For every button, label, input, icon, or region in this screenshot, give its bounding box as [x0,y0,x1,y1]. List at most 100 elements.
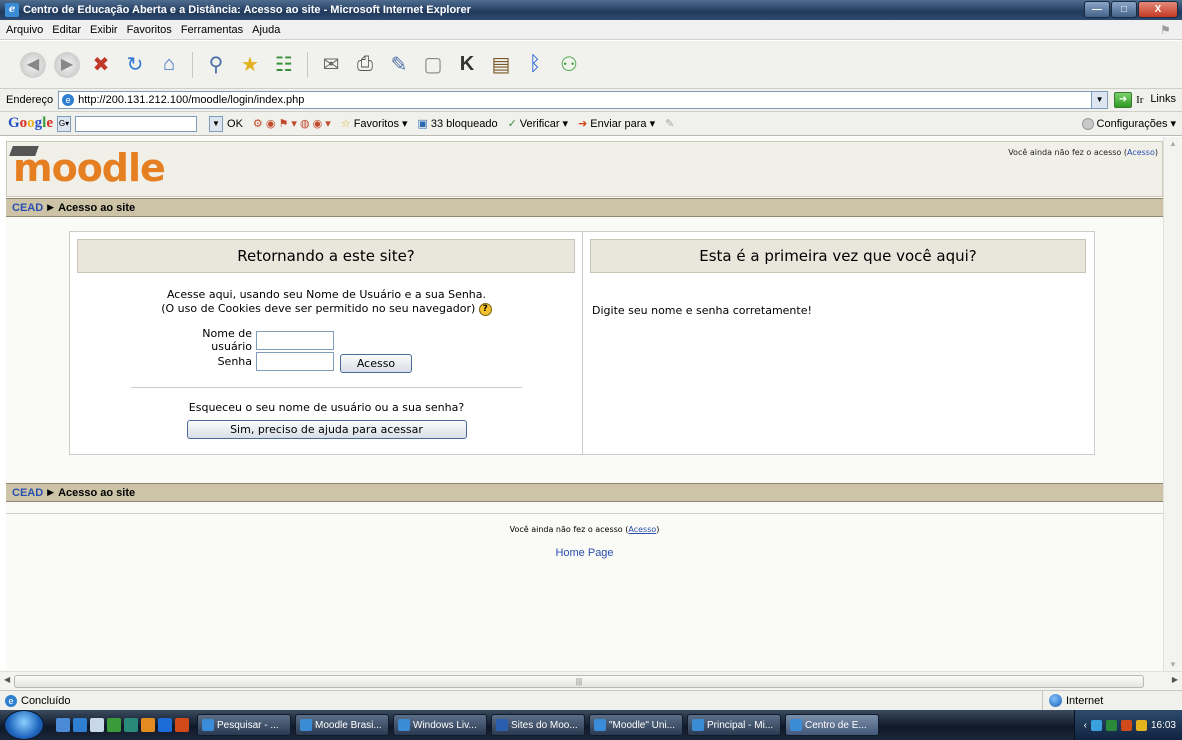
links-button[interactable]: Links [1150,93,1176,105]
footer-login-close: ) [656,525,660,534]
menu-editar[interactable]: Editar [52,24,81,36]
menu-favoritos[interactable]: Favoritos [127,24,172,36]
google-search-input[interactable] [75,115,198,132]
go-arrow-icon[interactable]: ➜ [1114,92,1133,108]
task-sites-do-moodle[interactable]: Sites do Moo... [491,714,585,736]
close-button[interactable]: X [1138,1,1178,18]
print-icon[interactable]: ⎙ [352,52,378,78]
login-column: Retornando a este site? Acesse aqui, usa… [70,232,583,454]
task-windows-live[interactable]: Windows Liv... [393,714,487,736]
discuss-icon[interactable]: ▢ [420,52,446,78]
forward-icon[interactable]: ▶ [54,51,80,78]
forgot-help-button[interactable]: Sim, preciso de ajuda para acessar [186,420,467,439]
breadcrumb-home-link[interactable]: CEAD [12,202,43,214]
search-icon[interactable]: ⚲ [203,52,229,78]
home-icon[interactable]: ⌂ [156,52,182,78]
media-icon[interactable] [141,718,155,732]
breadcrumb-arrow-icon: ▶ [47,202,55,212]
maximize-button[interactable]: □ [1111,1,1137,18]
messenger-quicklaunch-icon[interactable] [124,718,138,732]
menu-ferramentas[interactable]: Ferramentas [181,24,243,36]
address-input[interactable]: e http://200.131.212.100/moodle/login/in… [58,91,1109,109]
google-favoritos-label: Favoritos [353,117,399,130]
stop-icon[interactable]: ✖ [88,52,114,78]
google-verificar-button[interactable]: ✓ Verificar ▾ [507,117,569,131]
username-input[interactable] [256,330,334,350]
scroll-down-icon[interactable]: ▼ [1169,660,1177,669]
task-principal[interactable]: Principal - Mi... [687,714,781,736]
bluetooth-icon[interactable]: ᛒ [522,52,548,78]
back-icon[interactable]: ◀ [20,51,46,78]
minimize-button[interactable]: — [1084,1,1110,18]
tray-update-icon[interactable] [1135,719,1147,731]
google-tools-icons[interactable]: ⚙ ◉ ⚑ ▾ ◍ ◉ ▾ [253,117,331,130]
scroll-right-icon[interactable]: ▶ [1172,675,1178,684]
refresh-icon[interactable]: ↻ [122,52,148,78]
moodle-logo[interactable]: moodle [9,146,166,190]
k-icon[interactable]: K [454,52,480,78]
system-tray: ‹ 16:03 [1074,710,1182,740]
google-popup-blocker[interactable]: ▣ 33 bloqueado [417,117,497,131]
google-logo[interactable]: Google [8,115,53,132]
go-button-label[interactable]: Ir [1136,94,1143,106]
desktop-icon[interactable] [56,718,70,732]
scroll-up-icon[interactable]: ▲ [1169,139,1177,148]
network-icon[interactable] [1090,719,1102,731]
history-icon[interactable]: ☷ [271,52,297,78]
research-icon[interactable]: ▤ [488,52,514,78]
tray-security-icon[interactable] [1120,719,1132,731]
scrollbar-thumb[interactable]: ||| [14,675,1144,688]
vertical-scrollbar[interactable]: ▲ ▼ [1163,137,1182,671]
task-moodle-uni[interactable]: "Moodle" Uni... [589,714,683,736]
task-label: Sites do Moo... [511,719,578,731]
start-button[interactable] [4,710,44,740]
breadcrumb-home-link[interactable]: CEAD [12,487,43,499]
excel-icon[interactable] [107,718,121,732]
ie-quicklaunch-icon[interactable] [73,718,87,732]
google-search-dropdown-icon[interactable]: ▼ [209,115,224,132]
google-favoritos-button[interactable]: ☆ Favoritos ▾ [341,117,408,131]
footer-login-link[interactable]: Acesso [628,525,656,534]
toolbar-separator [307,51,308,78]
ie-task-icon [398,719,410,731]
login-info-text: Você ainda não fez o acesso ( [1008,148,1127,157]
tray-app-icon[interactable] [1105,719,1117,731]
edit-icon[interactable]: ✎ [386,52,412,78]
menu-arquivo[interactable]: Arquivo [6,24,43,36]
ie-task-icon [692,719,704,731]
scroll-left-icon[interactable]: ◀ [4,675,10,684]
spellcheck-icon: ✓ [507,118,517,130]
login-link[interactable]: Acesso [1127,148,1155,157]
login-button[interactable]: Acesso [340,354,412,373]
horizontal-scrollbar[interactable]: ◀ ||| ▶ [0,671,1182,690]
clock: 16:03 [1150,719,1176,731]
home-page-link[interactable]: Home Page [6,547,1163,559]
favorites-icon[interactable]: ★ [237,52,263,78]
help-icon[interactable]: ? [478,302,492,316]
help-quicklaunch-icon[interactable] [158,718,172,732]
task-pesquisar[interactable]: Pesquisar - ... [197,714,291,736]
ie-icon: e [5,3,19,17]
menu-ajuda[interactable]: Ajuda [252,24,280,36]
firefox-icon[interactable] [175,718,189,732]
login-divider [131,387,522,388]
google-ok-button[interactable]: OK [227,118,243,130]
mail-icon[interactable]: ✉ [318,52,344,78]
task-moodle-brasil[interactable]: Moodle Brasi... [295,714,389,736]
pencil-icon[interactable]: ✎ [665,117,674,130]
address-dropdown-icon[interactable]: ▼ [1091,92,1108,108]
password-input[interactable] [256,352,334,371]
google-config-button[interactable]: Configurações ▾ [1081,117,1176,130]
window-switch-icon[interactable] [90,718,104,732]
task-label: Centro de E... [805,719,867,731]
tray-expand-icon[interactable]: ‹ [1084,720,1087,731]
google-enviar-button[interactable]: ➜ Enviar para ▾ [578,117,655,131]
page-status-icon: e [5,694,17,707]
task-centro-de-e[interactable]: Centro de E... [785,714,879,736]
menu-exibir[interactable]: Exibir [90,24,118,36]
messenger-icon[interactable]: ⚇ [556,52,582,78]
status-text: Concluído [21,694,71,707]
security-zone[interactable]: Internet [1042,691,1182,710]
google-menu-dropdown-icon[interactable]: G▾ [57,115,72,132]
window-title: Centro de Educação Aberta e a Distância:… [23,4,471,16]
